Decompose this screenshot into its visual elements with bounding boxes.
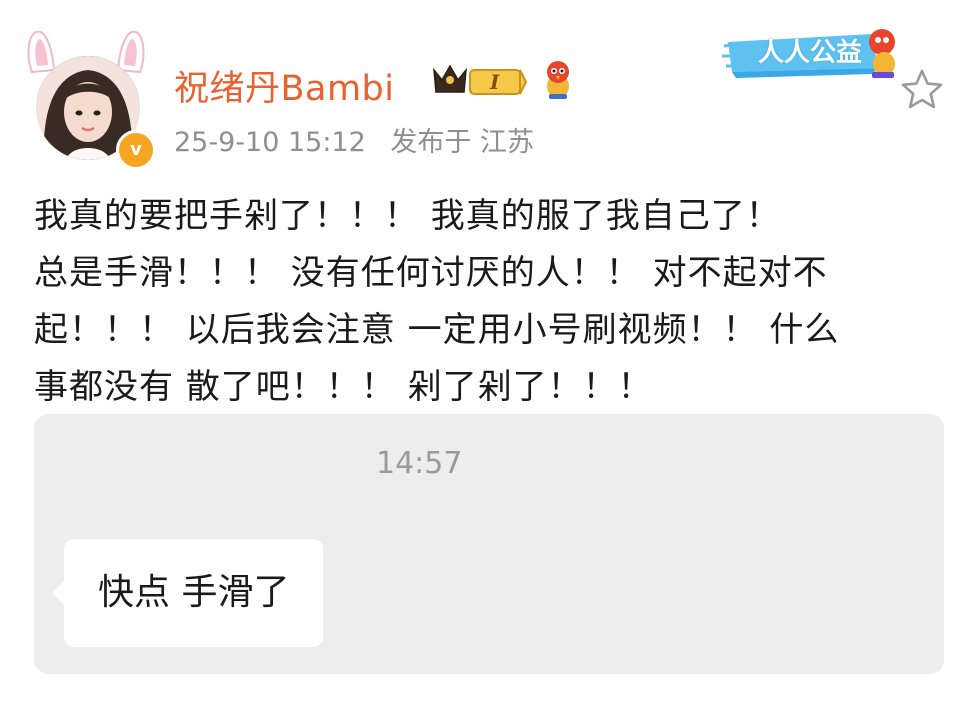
avatar-container[interactable]: v bbox=[26, 30, 156, 170]
post-text-line: 总是手滑！！！ 没有任何讨厌的人！！ 对不起对不 bbox=[34, 253, 828, 293]
post-location: 发布于 江苏 bbox=[390, 127, 534, 158]
post-timestamp: 25-9-10 15:12 bbox=[174, 127, 366, 158]
post-body: 我真的要把手剁了！！！ 我真的服了我自己了！ 总是手滑！！！ 没有任何讨厌的人！… bbox=[34, 188, 944, 416]
charity-badge-label: 人人公益 bbox=[758, 38, 863, 68]
crown-icon[interactable]: I bbox=[428, 60, 528, 100]
post-text-line: 起！！！ 以后我会注意 一定用小号刷视频！！ 什么 bbox=[34, 310, 840, 350]
weibo-post: v 祝绪丹Bambi I 25-9-10 15:12 发布于 江苏 人人公益 我… bbox=[0, 0, 964, 718]
chat-bubble: 快点 手滑了 bbox=[51, 539, 324, 647]
bird-mascot-icon[interactable] bbox=[538, 58, 578, 100]
charity-banner[interactable]: 人人公益 bbox=[722, 22, 906, 82]
post-text-line: 事都没有 散了吧！！！ 剁了剁了！！！ bbox=[34, 367, 653, 407]
attached-image[interactable]: 14:57 快点 手滑了 bbox=[34, 414, 944, 674]
post-meta: 25-9-10 15:12 发布于 江苏 bbox=[174, 120, 550, 159]
verified-badge: v bbox=[116, 130, 156, 170]
chat-timestamp: 14:57 bbox=[376, 446, 463, 481]
star-icon[interactable] bbox=[898, 66, 946, 114]
vip-level-label: I bbox=[489, 70, 500, 94]
post-text-line: 我真的要把手剁了！！！ 我真的服了我自己了！ bbox=[34, 196, 781, 236]
author-name[interactable]: 祝绪丹Bambi bbox=[174, 60, 395, 111]
